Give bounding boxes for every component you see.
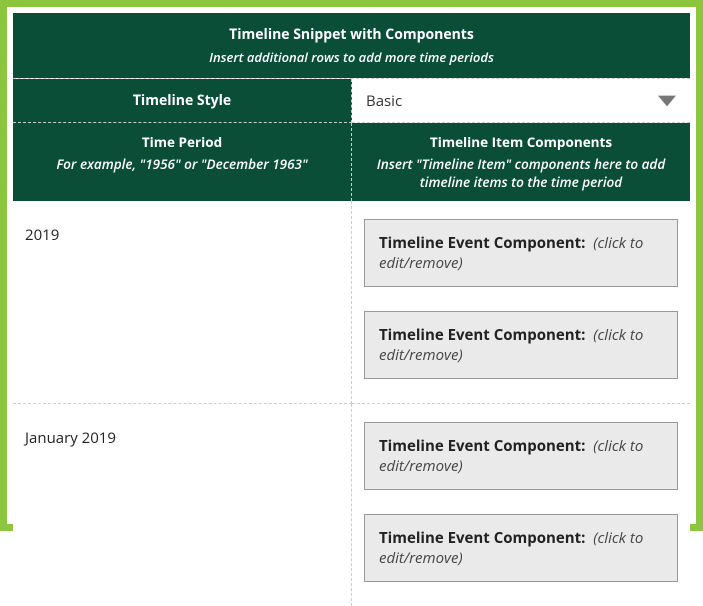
period-column-header: Time Period For example, "1956" or "Dece… bbox=[13, 123, 352, 202]
timeline-style-select[interactable]: Basic bbox=[352, 79, 690, 122]
timeline-event-component[interactable]: Timeline Event Component: (click to edit… bbox=[364, 422, 678, 490]
period-col-title: Time Period bbox=[21, 133, 343, 151]
items-col-hint: Insert "Timeline Item" components here t… bbox=[360, 155, 682, 191]
event-label: Timeline Event Component: bbox=[379, 325, 585, 345]
timeline-event-component[interactable]: Timeline Event Component: (click to edit… bbox=[364, 514, 678, 582]
period-cell[interactable]: 2019 bbox=[13, 201, 352, 404]
period-value: January 2019 bbox=[25, 428, 116, 448]
timeline-snippet-frame: Timeline Snippet with Components Insert … bbox=[0, 0, 703, 531]
event-label: Timeline Event Component: bbox=[379, 436, 585, 456]
style-label-cell: Timeline Style bbox=[13, 79, 352, 123]
snippet-header: Timeline Snippet with Components Insert … bbox=[13, 13, 690, 79]
timeline-event-component[interactable]: Timeline Event Component: (click to edit… bbox=[364, 219, 678, 287]
style-select-cell: Basic bbox=[352, 79, 691, 123]
snippet-subtitle: Insert additional rows to add more time … bbox=[21, 48, 682, 66]
items-cell: Timeline Event Component: (click to edit… bbox=[352, 404, 691, 606]
style-label: Timeline Style bbox=[133, 91, 231, 110]
timeline-event-component[interactable]: Timeline Event Component: (click to edit… bbox=[364, 311, 678, 379]
event-label: Timeline Event Component: bbox=[379, 233, 585, 253]
period-col-hint: For example, "1956" or "December 1963" bbox=[21, 155, 343, 173]
table-row: 2019 Timeline Event Component: (click to… bbox=[13, 201, 690, 404]
style-selected-value: Basic bbox=[366, 91, 402, 111]
table-row: January 2019 Timeline Event Component: (… bbox=[13, 404, 690, 606]
snippet-title: Timeline Snippet with Components bbox=[21, 25, 682, 44]
items-column-header: Timeline Item Components Insert "Timelin… bbox=[352, 123, 691, 202]
period-cell[interactable]: January 2019 bbox=[13, 404, 352, 606]
chevron-down-icon bbox=[658, 90, 676, 112]
event-label: Timeline Event Component: bbox=[379, 528, 585, 548]
items-col-title: Timeline Item Components bbox=[360, 133, 682, 151]
timeline-config-table: Timeline Snippet with Components Insert … bbox=[13, 13, 690, 606]
period-value: 2019 bbox=[25, 225, 59, 245]
items-cell: Timeline Event Component: (click to edit… bbox=[352, 201, 691, 404]
